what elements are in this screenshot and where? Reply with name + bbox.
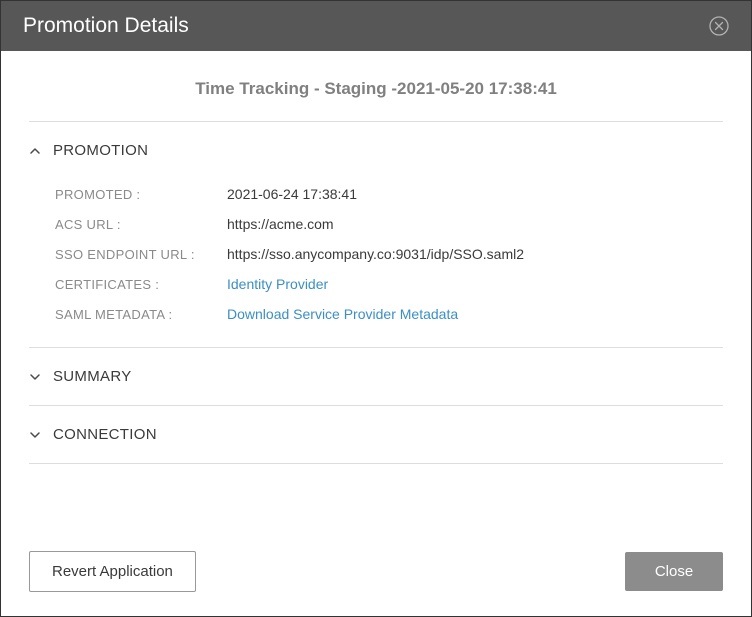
field-promoted: PROMOTED : 2021-06-24 17:38:41: [55, 179, 723, 209]
field-value: https://sso.anycompany.co:9031/idp/SSO.s…: [227, 246, 524, 262]
section-promotion: PROMOTION PROMOTED : 2021-06-24 17:38:41…: [29, 121, 723, 348]
promotion-details-modal: Promotion Details Time Tracking - Stagin…: [1, 1, 751, 616]
modal-header: Promotion Details: [1, 1, 751, 51]
field-label: SSO ENDPOINT URL :: [55, 247, 227, 262]
certificates-link[interactable]: Identity Provider: [227, 276, 328, 292]
field-certificates: CERTIFICATES : Identity Provider: [55, 269, 723, 299]
section-promotion-title: PROMOTION: [53, 142, 148, 159]
field-value: https://acme.com: [227, 216, 334, 232]
chevron-up-icon: [29, 145, 41, 157]
field-label: SAML METADATA :: [55, 307, 227, 322]
section-connection: CONNECTION: [29, 405, 723, 464]
modal-footer: Revert Application Close: [1, 531, 751, 616]
revert-application-button[interactable]: Revert Application: [29, 551, 196, 592]
promotion-subtitle: Time Tracking - Staging -2021-05-20 17:3…: [29, 51, 723, 121]
field-label: ACS URL :: [55, 217, 227, 232]
field-label: CERTIFICATES :: [55, 277, 227, 292]
field-saml-metadata: SAML METADATA : Download Service Provide…: [55, 299, 723, 329]
section-summary: SUMMARY: [29, 347, 723, 406]
modal-title: Promotion Details: [23, 14, 189, 38]
section-summary-title: SUMMARY: [53, 368, 132, 385]
close-icon[interactable]: [709, 16, 729, 36]
field-acs-url: ACS URL : https://acme.com: [55, 209, 723, 239]
close-button[interactable]: Close: [625, 552, 723, 591]
section-connection-header[interactable]: CONNECTION: [29, 406, 723, 463]
section-summary-header[interactable]: SUMMARY: [29, 348, 723, 405]
chevron-down-icon: [29, 429, 41, 441]
chevron-down-icon: [29, 371, 41, 383]
modal-body: Time Tracking - Staging -2021-05-20 17:3…: [1, 51, 751, 531]
field-value: 2021-06-24 17:38:41: [227, 186, 357, 202]
field-label: PROMOTED :: [55, 187, 227, 202]
section-connection-title: CONNECTION: [53, 426, 157, 443]
section-promotion-content: PROMOTED : 2021-06-24 17:38:41 ACS URL :…: [29, 179, 723, 347]
field-sso-endpoint: SSO ENDPOINT URL : https://sso.anycompan…: [55, 239, 723, 269]
section-promotion-header[interactable]: PROMOTION: [29, 122, 723, 179]
saml-metadata-link[interactable]: Download Service Provider Metadata: [227, 306, 458, 322]
